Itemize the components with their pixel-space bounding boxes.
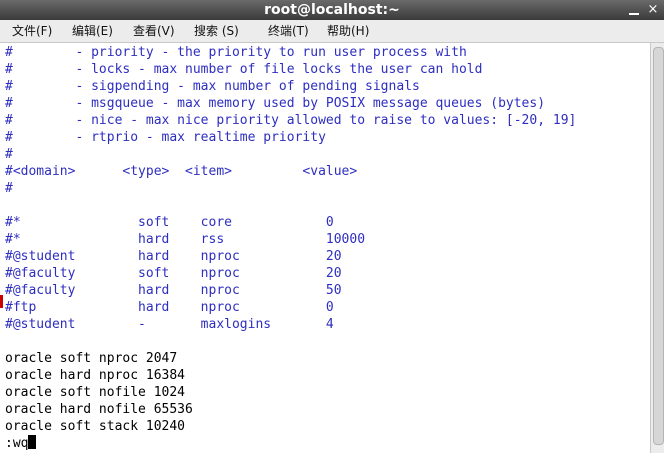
terminal-line: # [5,147,13,162]
menu-terminal[interactable]: 终端(T) [268,20,309,42]
edge-marker [0,295,3,308]
menu-edit[interactable]: 编辑(E) [72,20,113,42]
minimize-icon[interactable] [626,2,642,18]
terminal-line: # [5,181,13,196]
terminal-line: # - locks - max number of file locks the… [5,62,483,77]
terminal-line: # - nice - max nice priority allowed to … [5,113,577,128]
terminal-line: oracle soft stack 10240 [5,419,186,434]
window-title: root@localhost:~ [264,2,400,18]
terminal-output[interactable]: # - priority - the priority to run user … [0,43,650,453]
terminal-line: #<domain> <type> <item> <value> [5,164,358,179]
terminal-line: oracle soft nproc 2047 [5,351,178,366]
menu-search[interactable]: 搜索 (S) [194,20,239,42]
menu-bar: 文件(F) 编辑(E) 查看(V) 搜索 (S) 终端(T) 帮助(H) [0,20,664,43]
terminal-line: #@faculty soft nproc 20 [5,266,342,281]
terminal-line: # - msgqueue - max memory used by POSIX … [5,96,546,111]
menu-file[interactable]: 文件(F) [12,20,52,42]
terminal-line: oracle hard nofile 65536 [5,402,193,417]
scrollbar-thumb[interactable] [653,47,664,445]
vertical-scrollbar[interactable] [650,43,664,453]
title-bar: root@localhost:~ × [0,0,664,20]
terminal-line: # - priority - the priority to run user … [5,45,467,60]
terminal-line: # - rtprio - max realtime priority [5,130,326,145]
command-line[interactable]: :wq [5,435,37,452]
terminal-line: oracle soft nofile 1024 [5,385,186,400]
terminal-line: #ftp hard nproc 0 [5,300,334,315]
terminal-line: #@faculty hard nproc 50 [5,283,342,298]
terminal-line: oracle hard nproc 16384 [5,368,186,383]
menu-view[interactable]: 查看(V) [133,20,175,42]
terminal-line: #@student hard nproc 20 [5,249,342,264]
terminal-line: # - sigpending - max number of pending s… [5,79,420,94]
terminal-line: #* soft core 0 [5,215,334,230]
terminal-line: #@student - maxlogins 4 [5,317,334,332]
terminal-line: #* hard rss 10000 [5,232,366,247]
menu-help[interactable]: 帮助(H) [327,20,369,42]
text-cursor [28,435,37,449]
command-text: :wq [5,436,29,451]
close-icon[interactable]: × [645,2,661,18]
